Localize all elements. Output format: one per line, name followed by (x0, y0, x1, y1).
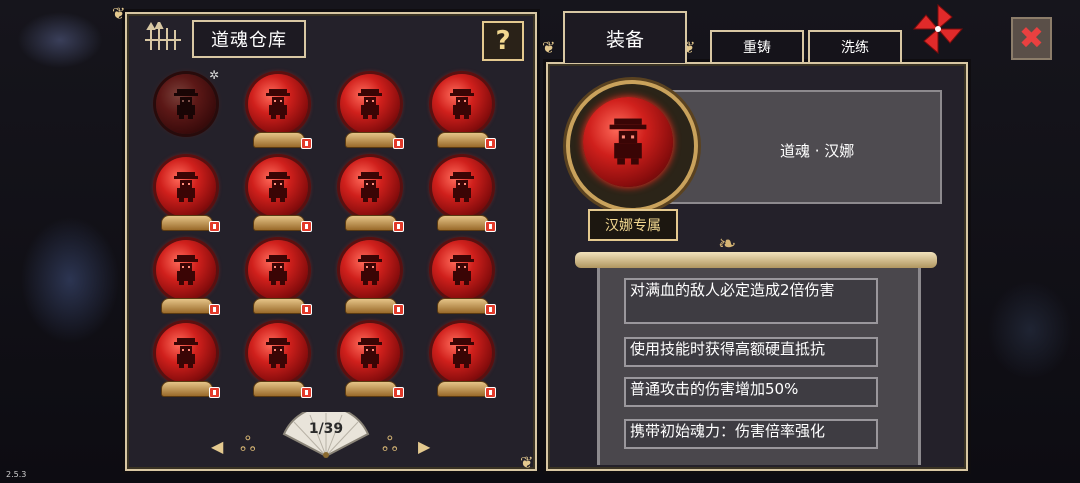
orb-stand (437, 132, 489, 148)
soul-orb-icon (248, 240, 308, 300)
soul-slot[interactable] (243, 74, 313, 154)
soul-orb-icon (340, 323, 400, 383)
soul-orb-icon (156, 240, 216, 300)
orb-stand (161, 381, 213, 397)
orb-stand (253, 381, 305, 397)
soul-orb-icon (248, 74, 308, 134)
soul-slot[interactable] (335, 157, 405, 237)
orb-stand (253, 132, 305, 148)
soul-orb-icon (156, 157, 216, 217)
orb-stand (345, 381, 397, 397)
orb-stand (437, 215, 489, 231)
orb-stand (253, 215, 305, 231)
warehouse-title: 道魂仓库 (192, 20, 306, 58)
orb-stand (161, 298, 213, 314)
tab-equip[interactable]: 装备 (563, 11, 687, 63)
orb-stand (345, 132, 397, 148)
corner-ornament: ❦ (542, 38, 556, 57)
alert-badge-icon (301, 138, 312, 149)
alert-badge-icon (485, 221, 496, 232)
soul-slot[interactable] (151, 157, 221, 237)
alert-badge-icon (485, 304, 496, 315)
soul-orb-icon (156, 74, 216, 134)
soul-orb-icon (432, 74, 492, 134)
alert-badge-icon (301, 304, 312, 315)
soul-slot[interactable] (151, 323, 221, 403)
orb-stand (253, 298, 305, 314)
orb-stand (345, 215, 397, 231)
soul-orb-icon (432, 240, 492, 300)
page-indicator: 1/39 (308, 421, 344, 437)
soul-slot[interactable] (335, 240, 405, 320)
effect-line: 携带初始魂力：伤害倍率强化 (624, 419, 878, 449)
soul-orb-icon (340, 74, 400, 134)
next-page-button[interactable]: ▶ (418, 437, 430, 456)
alert-badge-icon (301, 221, 312, 232)
soul-orb-icon (432, 157, 492, 217)
ornament-swirl: ❧ (718, 232, 737, 257)
orb-stand (161, 215, 213, 231)
soul-slot[interactable] (243, 240, 313, 320)
weapon-rack-icon (145, 22, 181, 50)
soul-slot[interactable] (427, 74, 497, 154)
close-button[interactable]: ✖ (1011, 17, 1052, 60)
soul-slot[interactable] (427, 240, 497, 320)
corner-ornament: ❦ (112, 4, 126, 23)
soul-slot[interactable]: ✲ (151, 68, 221, 154)
alert-badge-icon (209, 304, 220, 315)
soul-orb-icon (340, 157, 400, 217)
soul-orb-icon (583, 97, 673, 187)
pinwheel-icon (912, 3, 964, 55)
help-button[interactable]: ? (482, 21, 524, 61)
alert-badge-icon (393, 387, 404, 398)
alert-badge-icon (393, 221, 404, 232)
soul-orb-icon (432, 323, 492, 383)
soul-slot[interactable] (335, 74, 405, 154)
orb-stand (345, 298, 397, 314)
soul-orb-icon (248, 157, 308, 217)
alert-badge-icon (485, 138, 496, 149)
soul-slot[interactable] (151, 240, 221, 320)
prev-page-button[interactable]: ◀ (211, 437, 223, 456)
ornament-swirl: ஃ (382, 432, 398, 456)
orb-stand (437, 298, 489, 314)
tab-refine[interactable]: 洗练 (808, 30, 902, 64)
ornament-swirl: ஃ (240, 432, 256, 456)
scroll-rod (575, 252, 937, 268)
soul-slot[interactable] (243, 323, 313, 403)
effect-line: 使用技能时获得高额硬直抵抗 (624, 337, 878, 367)
alert-badge-icon (485, 387, 496, 398)
effect-line: 普通攻击的伤害增加50% (624, 377, 878, 407)
alert-badge-icon (393, 138, 404, 149)
orb-stand (437, 381, 489, 397)
soul-orb-icon (248, 323, 308, 383)
item-name: 道魂 · 汉娜 (780, 142, 855, 160)
alert-badge-icon (209, 387, 220, 398)
star-icon: ✲ (209, 68, 220, 82)
corner-ornament: ❦ (520, 453, 534, 472)
soul-slot[interactable] (427, 323, 497, 403)
tab-reforge[interactable]: 重铸 (710, 30, 804, 64)
soul-slot[interactable] (427, 157, 497, 237)
alert-badge-icon (393, 304, 404, 315)
exclusive-tag: 汉娜专属 (588, 209, 678, 241)
alert-badge-icon (301, 387, 312, 398)
alert-badge-icon (209, 221, 220, 232)
effect-line: 对满血的敌人必定造成2倍伤害 (624, 278, 878, 324)
soul-orb-icon (340, 240, 400, 300)
soul-slot[interactable] (243, 157, 313, 237)
version-label: 2.5.3 (6, 470, 27, 479)
soul-orb-icon (156, 323, 216, 383)
soul-slot[interactable] (335, 323, 405, 403)
